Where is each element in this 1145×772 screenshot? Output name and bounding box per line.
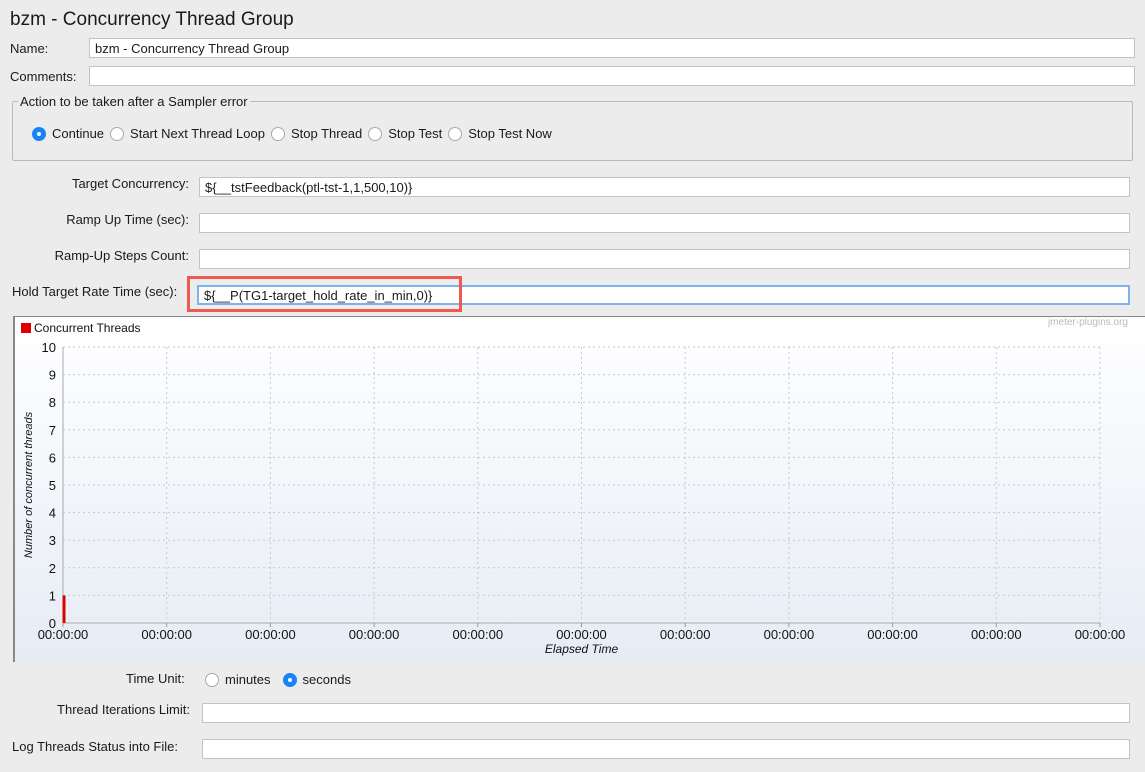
log-threads-label: Log Threads Status into File: [12,739,178,754]
radio-minutes[interactable]: minutes [205,672,271,687]
radio-stop-test-now[interactable]: Stop Test Now [448,126,552,141]
log-threads-input[interactable] [202,739,1130,759]
y-tick-label: 10 [42,340,56,355]
highlight-box [187,276,462,312]
y-axis-label: Number of concurrent threads [23,411,35,558]
legend-swatch [21,323,31,333]
y-tick-label: 7 [49,423,56,438]
name-input[interactable]: bzm - Concurrency Thread Group [89,38,1135,58]
hold-target-label: Hold Target Rate Time (sec): [12,284,178,299]
x-tick-label: 00:00:00 [38,627,89,642]
y-tick-label: 1 [49,588,56,603]
x-tick-label: 00:00:00 [245,627,296,642]
watermark: jmeter-plugins.org [1047,317,1128,328]
radio-selected-icon [32,126,46,141]
y-tick-label: 2 [49,561,56,576]
y-tick-label: 4 [49,506,56,521]
name-label: Name: [10,41,49,56]
radio-stop-thread[interactable]: Stop Thread [270,126,363,141]
thread-iterations-label: Thread Iterations Limit: [57,702,190,717]
x-tick-label: 00:00:00 [1075,627,1126,642]
radio-icon [270,126,285,141]
ramp-up-steps-label: Ramp-Up Steps Count: [54,248,189,263]
x-tick-label: 00:00:00 [764,627,815,642]
time-unit-options: minutes seconds [205,672,357,687]
radio-start-next-thread-loop[interactable]: Start Next Thread Loop [110,126,265,141]
ramp-up-steps-input[interactable] [199,249,1130,269]
ramp-up-time-label: Ramp Up Time (sec): [66,212,189,227]
radio-icon [448,126,463,141]
radio-label: Stop Test Now [468,126,552,141]
x-tick-label: 00:00:00 [867,627,918,642]
radio-label: Stop Test [388,126,443,141]
radio-label: seconds [302,672,351,687]
target-concurrency-label: Target Concurrency: [71,176,189,191]
y-tick-label: 8 [49,395,56,410]
radio-icon [368,126,383,141]
x-axis-label: Elapsed Time [545,642,619,656]
sampler-error-legend: Action to be taken after a Sampler error [18,94,250,109]
thread-iterations-input[interactable] [202,703,1130,723]
radio-icon [205,672,219,687]
sampler-error-options: Continue Start Next Thread Loop Stop Thr… [32,126,558,141]
radio-seconds[interactable]: seconds [282,672,351,687]
x-tick-label: 00:00:00 [452,627,503,642]
y-tick-label: 5 [49,478,56,493]
x-tick-label: 00:00:00 [660,627,711,642]
radio-stop-test[interactable]: Stop Test [368,126,442,141]
radio-label: minutes [225,672,271,687]
comments-label: Comments: [10,69,77,84]
x-tick-label: 00:00:00 [141,627,192,642]
target-concurrency-input[interactable]: ${__tstFeedback(ptl-tst-1,1,500,10)} [199,177,1130,197]
x-tick-label: 00:00:00 [556,627,607,642]
x-tick-label: 00:00:00 [349,627,400,642]
radio-label: Continue [52,126,105,141]
radio-continue[interactable]: Continue [32,126,104,141]
y-tick-label: 9 [49,368,56,383]
y-tick-label: 6 [49,450,56,465]
page-title: bzm - Concurrency Thread Group [10,9,294,30]
radio-label: Stop Thread [290,126,363,141]
time-unit-label: Time Unit: [126,671,185,686]
radio-icon [110,126,125,141]
radio-selected-icon [282,672,297,687]
ramp-up-time-input[interactable] [199,213,1130,233]
comments-input[interactable] [89,66,1135,86]
legend-label: Concurrent Threads [34,321,141,335]
concurrent-threads-chart: jmeter-plugins.orgConcurrent Threads0123… [21,317,1128,656]
chart-panel: jmeter-plugins.org Concurrent Threads 0 1 2 3… [13,316,1145,662]
radio-label: Start Next Thread Loop [130,126,265,141]
y-tick-label: 3 [49,533,56,548]
x-tick-label: 00:00:00 [971,627,1022,642]
